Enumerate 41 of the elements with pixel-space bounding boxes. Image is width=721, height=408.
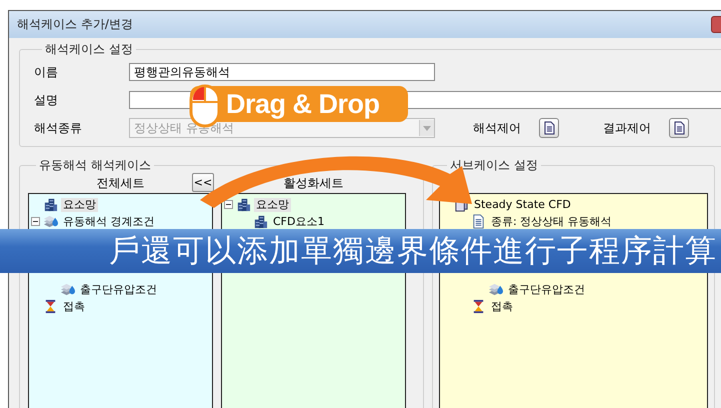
hourglass-icon: [43, 299, 58, 314]
tree-item[interactable]: CFD요소1: [271, 214, 326, 228]
name-field[interactable]: 평행관의유동해석: [129, 63, 435, 81]
tree-item[interactable]: 출구단유압조건: [506, 282, 587, 296]
field-label: 결과제어: [603, 120, 652, 136]
field-label: 해석제어: [473, 120, 522, 136]
document-icon: [543, 121, 555, 135]
collapse-icon[interactable]: [31, 217, 40, 226]
group-title: 서브케이스 설정: [449, 157, 539, 174]
field-label: 설명: [34, 92, 59, 108]
field-label: 해석종류: [34, 120, 83, 136]
layers-icon: [488, 282, 503, 297]
field-label: 이름: [34, 64, 59, 80]
document-icon: [471, 214, 486, 229]
layers-icon: [43, 214, 58, 229]
list-header: 전체세트: [96, 175, 144, 192]
document-button[interactable]: [539, 118, 559, 138]
close-button[interactable]: [711, 16, 721, 33]
building-icon: [43, 197, 58, 212]
group-title: 해석케이스 설정: [44, 41, 134, 58]
tree-item[interactable]: 종류: 정상상태 유동해석: [489, 214, 614, 228]
dropdown-arrow-icon: [423, 126, 431, 130]
tree-item[interactable]: 접촉: [489, 300, 515, 314]
building-icon: [236, 197, 251, 212]
tree-item[interactable]: Steady State CFD: [472, 198, 573, 212]
list-header: 활성화세트: [284, 175, 344, 192]
window-title: 해석케이스 추가/변경: [17, 16, 133, 33]
hourglass-icon: [471, 299, 486, 314]
tree-item[interactable]: 접촉: [61, 300, 87, 314]
move-button[interactable]: <<: [192, 173, 214, 192]
tree-item[interactable]: 유동해석 경계조건: [61, 214, 156, 228]
collapse-icon[interactable]: [224, 200, 233, 209]
group-title: 유동해석 해석케이스: [38, 157, 152, 174]
building-icon: [253, 214, 268, 229]
document-icon: [673, 121, 685, 135]
tree-item[interactable]: 출구단유압조건: [78, 282, 159, 296]
tree-item[interactable]: 요소망: [61, 198, 98, 212]
document-button[interactable]: [669, 118, 689, 138]
subtitle-text: 戶還可以添加單獨邊界條件進行子程序計算: [109, 232, 717, 271]
tree-item[interactable]: 요소망: [254, 198, 291, 212]
layers-icon: [60, 282, 75, 297]
